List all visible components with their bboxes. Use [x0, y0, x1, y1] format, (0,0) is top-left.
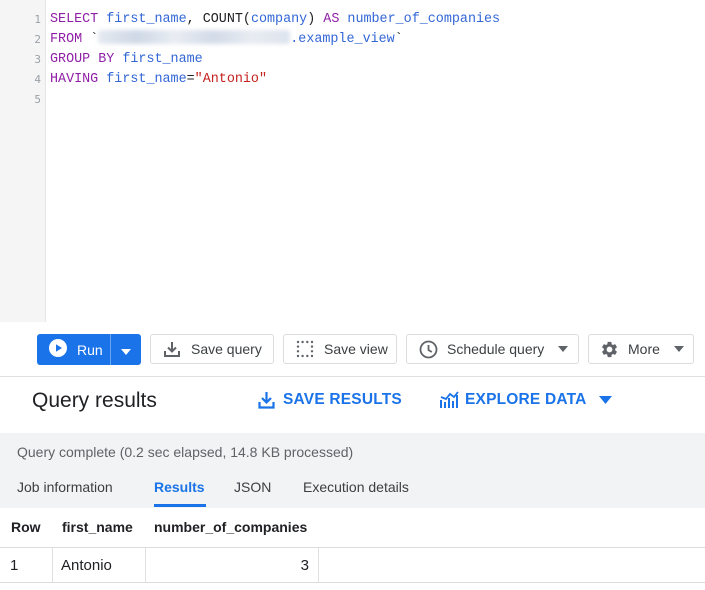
keyword-select: SELECT: [50, 12, 99, 27]
query-results-title: Query results: [32, 389, 157, 412]
tab-results[interactable]: Results: [154, 479, 205, 495]
schedule-query-label: Schedule query: [447, 341, 545, 357]
keyword-group-by: GROUP BY: [50, 52, 115, 67]
cell-divider: [318, 548, 319, 582]
explore-data-button[interactable]: EXPLORE DATA: [439, 391, 612, 409]
code-line-4[interactable]: HAVING first_name="Antonio": [50, 70, 267, 90]
save-query-label: Save query: [191, 341, 262, 357]
line-number: 1: [34, 13, 41, 26]
more-label: More: [628, 341, 660, 357]
column-header-row: Row: [11, 519, 41, 535]
tab-job-information[interactable]: Job information: [17, 479, 113, 495]
clock-icon: [419, 340, 438, 359]
save-view-label: Save view: [324, 341, 388, 357]
keyword-having: HAVING: [50, 72, 99, 87]
column-header-number-of-companies: number_of_companies: [154, 519, 308, 535]
save-download-icon: [163, 340, 181, 358]
keyword-from: FROM: [50, 32, 83, 47]
schedule-query-button[interactable]: Schedule query: [406, 334, 579, 364]
caret-down-icon: [558, 346, 569, 352]
gear-icon: [600, 340, 619, 359]
column-first-name: first_name: [106, 12, 187, 27]
cell-first-name: Antonio: [61, 557, 112, 574]
row-divider: [0, 547, 705, 548]
run-main-area[interactable]: Run: [37, 334, 111, 365]
cell-number-of-companies: 3: [300, 557, 309, 574]
code-line-3[interactable]: GROUP BY first_name: [50, 50, 203, 70]
run-options-dropdown[interactable]: [111, 334, 141, 365]
column-header-first-name: first_name: [62, 519, 133, 535]
keyword-as: AS: [323, 12, 340, 27]
string-literal: "Antonio": [194, 72, 267, 87]
explore-data-label: EXPLORE DATA: [465, 391, 587, 408]
run-label: Run: [77, 341, 103, 358]
count-function: COUNT(: [202, 12, 251, 27]
save-view-button[interactable]: Save view: [283, 334, 397, 364]
cell-row-number: 1: [10, 557, 19, 574]
active-tab-indicator: [154, 504, 206, 507]
tab-execution-details[interactable]: Execution details: [303, 479, 409, 495]
column-first-name: first_name: [106, 72, 187, 87]
column-first-name: first_name: [122, 52, 203, 67]
view-name: .example_view: [290, 32, 395, 47]
results-table: Row first_name number_of_companies 1 Ant…: [0, 508, 705, 590]
comma: ,: [186, 12, 195, 27]
column-company: company: [250, 12, 308, 27]
line-number: 3: [34, 53, 41, 66]
line-number-gutter: 1 2 3 4 5: [0, 0, 46, 322]
caret-down-icon: [673, 346, 684, 352]
backtick-close: `: [394, 32, 403, 47]
sql-editor[interactable]: 1 2 3 4 5 SELECT first_name, COUNT(compa…: [0, 0, 705, 323]
line-number: 4: [34, 73, 41, 86]
grid-view-icon: [296, 340, 314, 358]
backtick-open: `: [90, 32, 99, 47]
save-results-label: SAVE RESULTS: [283, 391, 402, 408]
code-line-1[interactable]: SELECT first_name, COUNT(company) AS num…: [50, 10, 500, 30]
alias-number-of-companies: number_of_companies: [347, 12, 501, 27]
close-paren: ): [307, 12, 316, 27]
run-button[interactable]: Run: [37, 334, 141, 365]
cell-divider: [52, 548, 53, 582]
caret-down-icon: [598, 396, 612, 404]
chart-icon: [439, 391, 459, 409]
more-button[interactable]: More: [588, 334, 694, 364]
redacted-project-dataset: [98, 30, 291, 44]
code-line-2[interactable]: FROM ` .example_view`: [50, 30, 403, 50]
query-toolbar: Run Save query Save view Schedule query …: [0, 322, 705, 377]
save-results-button[interactable]: SAVE RESULTS: [258, 391, 402, 409]
tab-json[interactable]: JSON: [234, 479, 271, 495]
save-query-button[interactable]: Save query: [150, 334, 274, 364]
line-number: 5: [34, 93, 41, 106]
query-status-text: Query complete (0.2 sec elapsed, 14.8 KB…: [17, 444, 354, 460]
download-icon: [258, 391, 275, 409]
play-icon: [49, 339, 67, 360]
line-number: 2: [34, 33, 41, 46]
row-divider: [0, 582, 705, 583]
equals-sign: =: [186, 72, 195, 87]
caret-down-icon: [121, 342, 131, 358]
